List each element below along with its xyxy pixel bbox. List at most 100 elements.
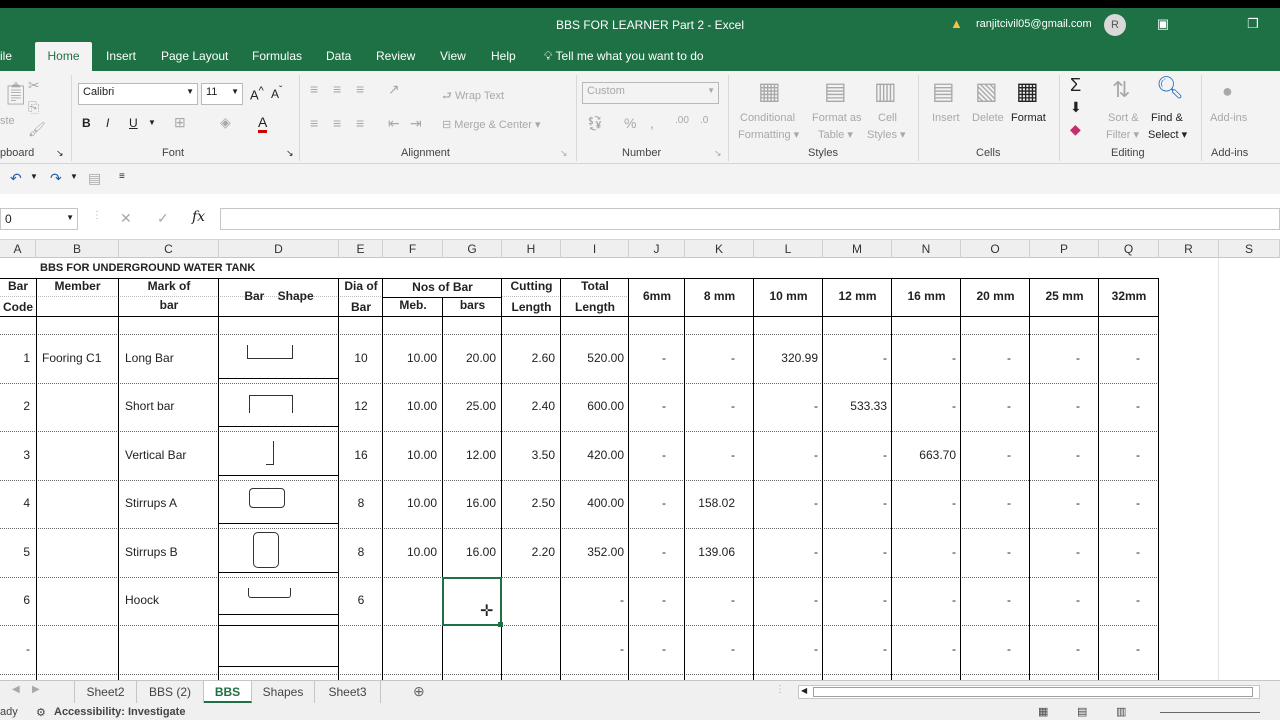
cell-20mm[interactable]: - (961, 399, 1030, 413)
cell-25mm[interactable]: - (1030, 642, 1099, 656)
cell-styles-label-2[interactable]: Styles ▾ (867, 128, 906, 141)
cell-6mm[interactable]: - (629, 545, 685, 559)
align-top-icon[interactable]: ≡ (310, 81, 318, 97)
cell-16mm[interactable]: - (892, 399, 961, 413)
cell-dia[interactable]: 6 (339, 593, 383, 607)
header-meb[interactable]: Meb. (383, 298, 443, 312)
header-8mm[interactable]: 8 mm (685, 289, 754, 303)
account-email[interactable]: ranjitcivil05@gmail.com (976, 18, 1092, 30)
cell-cutting-length[interactable]: 3.50 (502, 448, 561, 462)
cell-bar-code[interactable]: 3 (0, 448, 36, 462)
sheet-title[interactable]: BBS FOR UNDERGROUND WATER TANK (40, 262, 255, 274)
format-cells-icon[interactable]: ▦ (1016, 77, 1039, 106)
cell-6mm[interactable]: - (629, 399, 685, 413)
increase-decimal-icon[interactable]: .00 (675, 115, 689, 126)
col-header-S[interactable]: S (1219, 240, 1280, 258)
cell-6mm[interactable]: - (629, 496, 685, 510)
addins-label[interactable]: Add-ins (1210, 112, 1247, 124)
cell-mark[interactable]: Vertical Bar (119, 448, 219, 462)
accessibility-icon[interactable]: ⚙︎ (36, 706, 46, 719)
cell-32mm[interactable]: - (1099, 399, 1159, 413)
insert-cells-label[interactable]: Insert (932, 112, 960, 124)
ribbon-display-icon[interactable]: ▣ (1154, 15, 1172, 33)
long-bar-shape[interactable] (247, 345, 293, 359)
sheet-tab-shapes[interactable]: Shapes (252, 681, 315, 703)
col-header-E[interactable]: E (339, 240, 383, 258)
chevron-down-icon[interactable]: ▼ (70, 172, 78, 181)
header-bars[interactable]: bars (443, 298, 502, 312)
cell-total-length[interactable]: 600.00 (561, 399, 629, 413)
format-as-table-label-1[interactable]: Format as (812, 112, 862, 124)
cell-25mm[interactable]: - (1030, 496, 1099, 510)
decrease-indent-icon[interactable]: ⇤ (388, 115, 400, 132)
conditional-formatting-icon[interactable]: ▦ (758, 77, 781, 106)
col-header-O[interactable]: O (961, 240, 1030, 258)
cell-8mm[interactable]: 158.02 (685, 496, 754, 510)
delete-cells-icon[interactable]: ▧ (975, 77, 998, 106)
cell-total-length[interactable]: - (561, 642, 629, 656)
col-header-K[interactable]: K (685, 240, 754, 258)
scroll-left-icon[interactable]: ◀ (12, 684, 20, 695)
cell-32mm[interactable]: - (1099, 593, 1159, 607)
align-left-icon[interactable]: ≡ (310, 115, 318, 131)
sheet-tab-bbs-2[interactable]: BBS (2) (137, 681, 204, 703)
header-bar-shape[interactable]: Bar Shape (219, 289, 339, 303)
cell-20mm[interactable]: - (961, 642, 1030, 656)
header-total-2[interactable]: Length (561, 300, 629, 314)
cell-meb[interactable]: 10.00 (383, 545, 443, 559)
tab-review[interactable]: Review (376, 42, 415, 71)
tab-home[interactable]: Home (35, 42, 92, 71)
cell-25mm[interactable]: - (1030, 351, 1099, 365)
cell-8mm[interactable]: - (685, 399, 754, 413)
cell-32mm[interactable]: - (1099, 545, 1159, 559)
cell-bar-code[interactable]: 6 (0, 593, 36, 607)
cell-12mm[interactable]: - (823, 593, 892, 607)
header-bar-code-2[interactable]: Code (0, 300, 36, 314)
cell-16mm[interactable]: 663.70 (892, 448, 961, 462)
find-select-icon[interactable]: 🔍︎ (1156, 75, 1184, 101)
col-header-L[interactable]: L (754, 240, 823, 258)
worksheet-grid[interactable]: BBS FOR UNDERGROUND WATER TANK Bar Code … (0, 258, 1280, 680)
wrap-text-button[interactable]: ⮐ Wrap Text (442, 87, 504, 106)
cell-10mm[interactable]: - (754, 448, 823, 462)
cell-mark[interactable]: Long Bar (119, 351, 219, 365)
col-header-N[interactable]: N (892, 240, 961, 258)
comma-icon[interactable]: , (650, 115, 654, 131)
horizontal-scrollbar[interactable]: ◀ (798, 685, 1260, 699)
align-right-icon[interactable]: ≡ (356, 115, 364, 131)
chevron-down-icon[interactable]: ▼ (148, 118, 156, 127)
cell-16mm[interactable]: - (892, 545, 961, 559)
format-as-table-icon[interactable]: ▤ (824, 77, 847, 106)
number-format-box[interactable]: Custom ▼ (582, 82, 719, 104)
vertical-bar-shape[interactable] (266, 441, 274, 465)
zoom-slider[interactable] (1160, 712, 1260, 713)
header-dia-1[interactable]: Dia of (339, 279, 383, 293)
accounting-icon[interactable]: 💱︎ (586, 115, 604, 132)
cell-10mm[interactable]: - (754, 496, 823, 510)
cell-10mm[interactable]: - (754, 399, 823, 413)
cell-bars[interactable]: 25.00 (443, 399, 502, 413)
copy-icon[interactable]: ⎘ (28, 99, 39, 116)
form-icon[interactable]: ▤ (88, 170, 101, 187)
avatar[interactable]: R (1104, 14, 1126, 36)
header-dia-2[interactable]: Bar (339, 300, 383, 314)
header-bar-code-1[interactable]: Bar (0, 279, 36, 293)
add-sheet-icon[interactable]: ⊕ (413, 683, 425, 700)
cell-dia[interactable]: 8 (339, 496, 383, 510)
cell-cutting-length[interactable]: 2.20 (502, 545, 561, 559)
cell-32mm[interactable]: - (1099, 642, 1159, 656)
cell-8mm[interactable]: - (685, 351, 754, 365)
cell-12mm[interactable]: 533.33 (823, 399, 892, 413)
cell-mark[interactable]: Stirrups B (119, 545, 219, 559)
cell-bar-code[interactable]: 2 (0, 399, 36, 413)
cell-cutting-length[interactable]: 2.60 (502, 351, 561, 365)
col-header-P[interactable]: P (1030, 240, 1099, 258)
tab-file[interactable]: ile (0, 42, 12, 71)
col-header-F[interactable]: F (383, 240, 443, 258)
cell-bar-code[interactable]: 4 (0, 496, 36, 510)
cell-total-length[interactable]: 352.00 (561, 545, 629, 559)
redo-icon[interactable]: ↷ (50, 170, 62, 187)
format-cells-label[interactable]: Format (1011, 112, 1046, 124)
cell-16mm[interactable]: - (892, 642, 961, 656)
cell-12mm[interactable]: - (823, 545, 892, 559)
